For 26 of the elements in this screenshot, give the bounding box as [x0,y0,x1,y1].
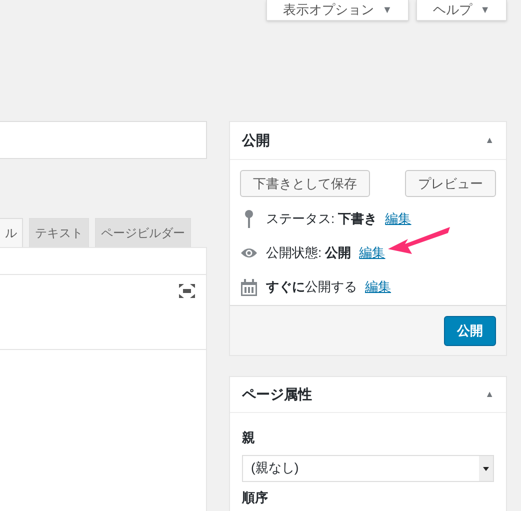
calendar-icon [241,278,257,296]
edit-link[interactable]: 編集 [359,243,386,263]
panel-title: 公開 [242,131,270,150]
screen-tab-button[interactable]: ヘルプ ▼ [416,0,507,21]
save-draft-button[interactable]: 下書きとして保存 [240,170,370,197]
edit-link[interactable]: 編集 [365,277,391,297]
parent-select[interactable]: (親なし) [242,454,494,482]
field-label: 順序 [242,490,269,506]
status-text: 公開状態: 公開 [266,244,352,262]
editor-tab[interactable]: ページビルダー [95,218,191,247]
preview-button[interactable]: プレビュー [405,170,496,197]
collapse-toggle[interactable]: ▲ [485,134,494,148]
fullscreen-icon[interactable] [179,284,195,298]
field-label: 親 [242,429,256,447]
publish-button[interactable]: 公開 [444,316,496,346]
panel-title: ページ属性 [242,385,312,404]
screen-tab-button[interactable]: 表示オプション ▼ [266,0,410,21]
editor-tab[interactable]: ル [0,218,23,247]
pin-icon [244,209,254,229]
collapse-toggle[interactable]: ▲ [485,388,494,402]
edit-link[interactable]: 編集 [385,209,412,229]
status-text: ステータス: 下書き [266,210,378,228]
status-text: すぐに公開する [266,278,357,296]
eye-icon [240,247,258,259]
title-field[interactable] [0,121,207,159]
editor-tab[interactable]: テキスト [29,218,89,247]
